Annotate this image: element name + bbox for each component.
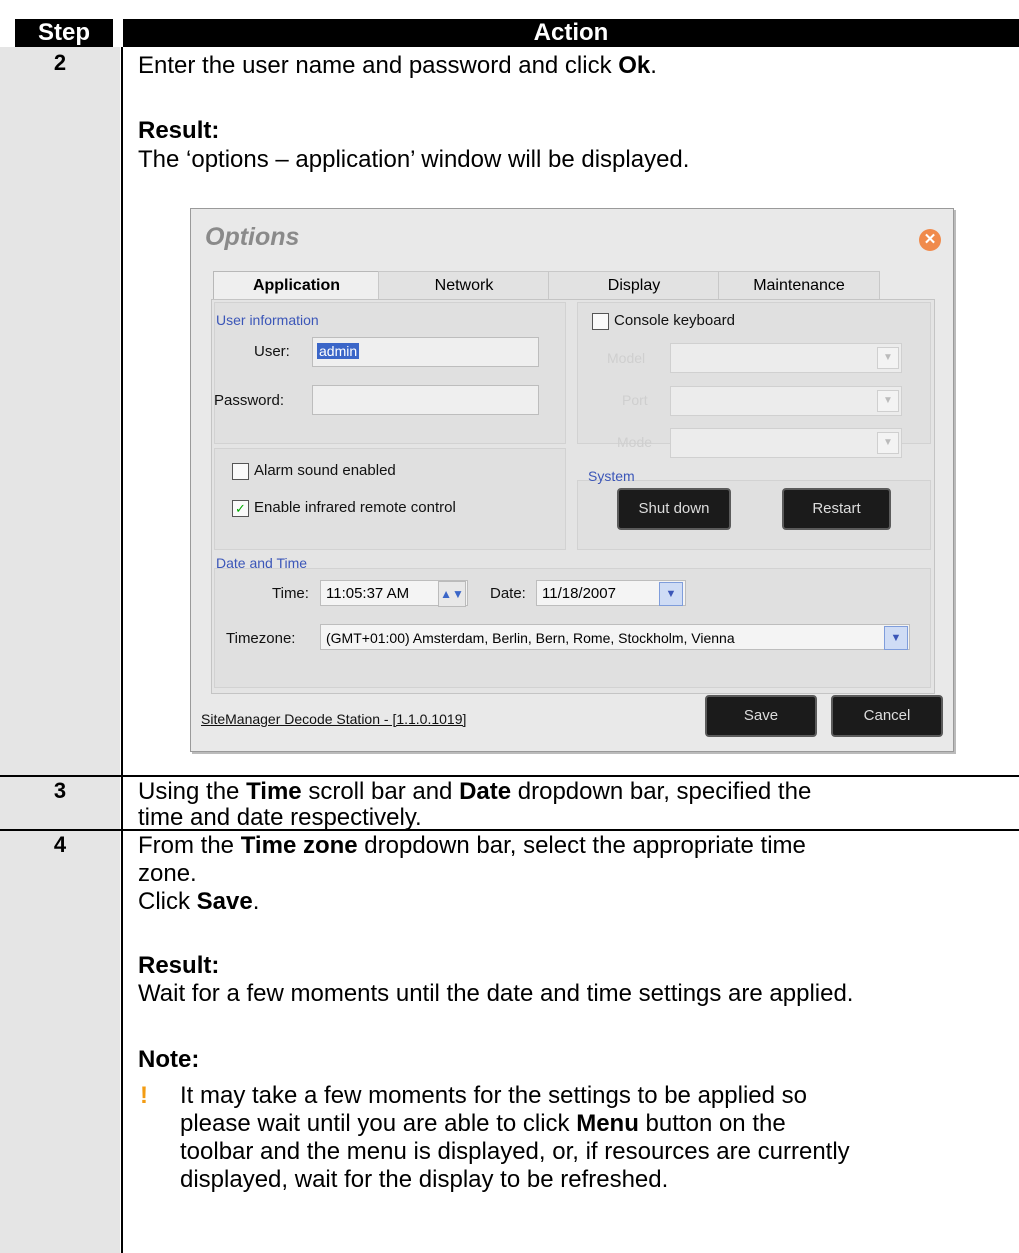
chevron-down-icon: ▼ <box>877 390 899 412</box>
date-time-group-label: Date and Time <box>216 555 308 571</box>
version-link[interactable]: SiteManager Decode Station - [1.1.0.1019… <box>201 711 466 727</box>
infrared-label: Enable infrared remote control <box>254 499 456 516</box>
cancel-button[interactable]: Cancel <box>831 695 943 737</box>
date-label: Date: <box>490 585 526 602</box>
user-value: admin <box>317 343 360 359</box>
save-button[interactable]: Save <box>705 695 817 737</box>
chevron-down-icon: ▼ <box>877 347 899 369</box>
note-line: displayed, wait for the display to be re… <box>180 1166 669 1193</box>
timezone-select[interactable]: (GMT+01:00) Amsterdam, Berlin, Bern, Rom… <box>320 624 910 650</box>
instruction-document: Step Action 2 Enter the user name and pa… <box>0 0 1019 1253</box>
click-instruction: Click Save. <box>138 888 260 915</box>
note-line: please wait until you are able to click … <box>180 1110 786 1137</box>
close-icon[interactable]: ✕ <box>919 229 941 251</box>
console-keyboard-checkbox[interactable] <box>592 313 609 330</box>
application-panel: User information User: admin Password: C… <box>211 299 935 694</box>
tab-application[interactable]: Application <box>213 271 380 300</box>
keyboard-model-label: Model <box>607 350 646 366</box>
keyboard-port-select[interactable]: ▼ <box>670 386 902 416</box>
keyboard-port-label: Port <box>622 392 648 408</box>
timezone-label: Timezone: <box>226 630 296 647</box>
options-dialog: Options ✕ Application Network Display Ma… <box>190 208 954 752</box>
tab-network[interactable]: Network <box>378 271 550 300</box>
result-text: Wait for a few moments until the date an… <box>138 980 854 1007</box>
result-label: Result: <box>138 952 220 979</box>
keyboard-mode-label: Mode <box>617 434 653 450</box>
user-input[interactable]: admin <box>312 337 539 367</box>
result-text: The ‘options – application’ window will … <box>138 146 690 173</box>
dialog-title: Options <box>205 223 300 251</box>
column-divider <box>121 47 123 1253</box>
note-label: Note: <box>138 1046 200 1073</box>
chevron-down-icon[interactable]: ▼ <box>659 582 683 606</box>
password-label: Password: <box>214 392 285 409</box>
note-line: It may take a few moments for the settin… <box>180 1082 807 1109</box>
step-instruction: Enter the user name and password and cli… <box>138 52 657 79</box>
system-group-label: System <box>588 468 635 484</box>
step-number: 2 <box>53 50 67 75</box>
time-label: Time: <box>272 585 309 602</box>
password-input[interactable] <box>312 385 539 415</box>
step-instruction: Using the Time scroll bar and Date dropd… <box>138 778 812 805</box>
row-divider <box>0 775 1019 777</box>
step-instruction-cont: zone. <box>138 860 197 887</box>
note-line: toolbar and the menu is displayed, or, i… <box>180 1138 850 1165</box>
step-instruction: From the Time zone dropdown bar, select … <box>138 832 806 859</box>
tab-display[interactable]: Display <box>548 271 720 300</box>
action-column-header: Action <box>123 19 1019 47</box>
restart-button[interactable]: Restart <box>782 488 891 530</box>
result-label: Result: <box>138 117 220 144</box>
tab-maintenance[interactable]: Maintenance <box>718 271 880 300</box>
time-spinner-icon[interactable]: ▲▼ <box>438 581 466 607</box>
user-info-group-label: User information <box>216 312 319 328</box>
shut-down-button[interactable]: Shut down <box>617 488 731 530</box>
console-keyboard-label: Console keyboard <box>614 312 735 329</box>
alarm-sound-label: Alarm sound enabled <box>254 462 396 479</box>
step-number: 3 <box>53 778 67 803</box>
chevron-down-icon[interactable]: ▼ <box>884 626 908 650</box>
chevron-down-icon: ▼ <box>877 432 899 454</box>
step-number: 4 <box>53 832 67 857</box>
alarm-sound-checkbox[interactable] <box>232 463 249 480</box>
keyboard-mode-select[interactable]: ▼ <box>670 428 902 458</box>
step-instruction-cont: time and date respectively. <box>138 804 422 831</box>
user-label: User: <box>254 343 290 360</box>
keyboard-model-select[interactable]: ▼ <box>670 343 902 373</box>
step-column-header: Step <box>15 19 113 47</box>
infrared-checkbox[interactable]: ✓ <box>232 500 249 517</box>
warning-icon: ! <box>140 1082 148 1109</box>
step-column <box>0 47 120 1253</box>
